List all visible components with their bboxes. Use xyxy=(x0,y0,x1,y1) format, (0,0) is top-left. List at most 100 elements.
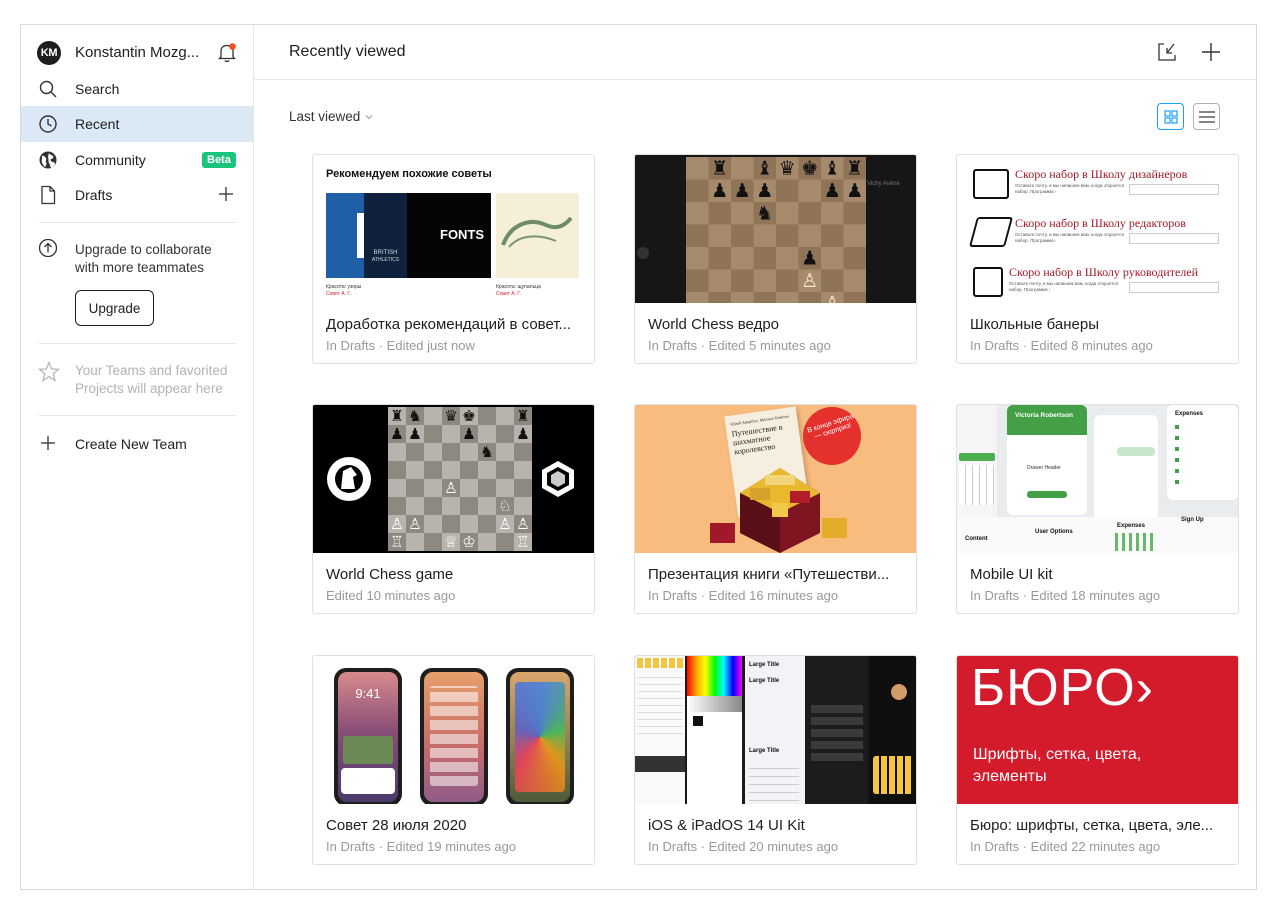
svg-text:♜: ♜ xyxy=(516,407,530,425)
upgrade-message: Upgrade to collaborate with more teammat… xyxy=(75,242,212,275)
thumb-sponsor: Vichy Avène xyxy=(867,181,900,187)
thumb-banner-note: Оставьте почту, и мы напишем вам, когда … xyxy=(1009,281,1119,292)
svg-text:♛: ♛ xyxy=(779,157,796,180)
svg-text:♞: ♞ xyxy=(408,407,422,425)
header: Recently viewed xyxy=(254,25,1256,80)
svg-text:♙: ♙ xyxy=(408,515,422,533)
thumb-banner-title: Скоро набор в Школу руководителей xyxy=(1009,265,1199,279)
file-thumbnail: Victoria Robertson Drawer Header Expense… xyxy=(957,405,1238,553)
file-title: Школьные банеры xyxy=(970,316,1099,333)
thumb-fonts-label: FONTS xyxy=(440,227,485,242)
sidebar-item-label: Search xyxy=(75,81,120,97)
import-icon[interactable] xyxy=(1155,40,1179,64)
grid-view-button[interactable] xyxy=(1157,103,1184,130)
page-title: Recently viewed xyxy=(289,43,406,60)
svg-text:♝: ♝ xyxy=(756,157,773,180)
thumb-caption: Красота: щупальца xyxy=(496,284,541,290)
thumb-banner-note: Оставьте почту, и мы напишем вам, когда … xyxy=(1015,183,1125,194)
thumb-heading: Рекомендуем похожие советы xyxy=(326,168,492,180)
file-meta: In Drafts · Edited 8 minutes ago xyxy=(970,338,1153,353)
svg-text:♙: ♙ xyxy=(498,515,512,533)
thumb-banner-title: Скоро набор в Школу редакторов xyxy=(1015,216,1186,230)
beta-badge: Beta xyxy=(202,152,236,168)
file-meta: In Drafts · Edited 5 minutes ago xyxy=(648,338,831,353)
sidebar-item-search[interactable]: Search xyxy=(21,71,253,107)
file-title: Доработка рекомендаций в совет... xyxy=(326,316,572,333)
svg-text:♔: ♔ xyxy=(462,533,476,551)
sidebar-item-recent[interactable]: Recent xyxy=(21,106,253,142)
upgrade-button[interactable]: Upgrade xyxy=(75,290,154,326)
search-icon xyxy=(39,80,57,98)
teams-hint: Your Teams and favorited Projects will a… xyxy=(75,363,228,396)
clock-icon xyxy=(39,115,57,133)
sidebar: KM Konstantin Mozg... Search Recent Comm… xyxy=(21,25,254,889)
file-meta: In Drafts · Edited 22 minutes ago xyxy=(970,839,1161,854)
main-content: Recently viewed Last viewed Рекомендуем … xyxy=(254,25,1256,889)
plus-icon[interactable] xyxy=(216,184,236,204)
file-card[interactable]: ♜ ♞ ♛ ♚ ♜ ♟ ♟ ♟ ♟ ♞ ♙ ♘ ♙ ♙ ♙ ♙ ♖ ♕ ♔ ♖ World Chess game Ed… xyxy=(312,404,595,614)
svg-text:♟: ♟ xyxy=(734,179,751,202)
globe-icon xyxy=(39,151,57,169)
bell-icon[interactable] xyxy=(217,42,237,64)
file-card[interactable]: Скоро набор в Школу дизайнеров Оставьте … xyxy=(956,154,1239,364)
file-card[interactable]: Large Title Large Title Large Title iOS … xyxy=(634,655,917,865)
star-icon xyxy=(38,361,60,382)
thumb-content-label: Content xyxy=(965,536,988,542)
svg-text:♟: ♟ xyxy=(824,179,841,202)
create-team-button[interactable]: Create New Team xyxy=(21,425,253,461)
file-title: Mobile UI kit xyxy=(970,566,1053,583)
file-thumbnail: Юрий Авербах, Михаил Бейлин Путешествие … xyxy=(635,405,916,553)
thumb-expenses-label: Expenses xyxy=(1175,411,1204,417)
svg-text:♙: ♙ xyxy=(801,269,818,292)
plus-icon[interactable] xyxy=(1199,40,1223,64)
svg-text:♟: ♟ xyxy=(462,425,476,443)
sort-dropdown[interactable]: Last viewed xyxy=(289,109,373,124)
sidebar-divider xyxy=(39,343,236,344)
svg-text:♕: ♕ xyxy=(444,533,458,551)
file-meta: In Drafts · Edited 16 minutes ago xyxy=(648,588,839,603)
file-card[interactable]: 9:41 Совет 28 июля 2020 In Drafts · Edit… xyxy=(312,655,595,865)
svg-text:♘: ♘ xyxy=(498,497,512,515)
thumb-buro-logo: БЮРО› xyxy=(971,659,1154,717)
file-thumbnail: Скоро набор в Школу дизайнеров Оставьте … xyxy=(957,155,1238,303)
file-meta: In Drafts · Edited just now xyxy=(326,338,475,353)
thumb-large-title: Large Title xyxy=(749,748,780,754)
svg-text:♟: ♟ xyxy=(756,179,773,202)
sidebar-divider xyxy=(39,222,236,223)
thumb-caption: Красота: узоры xyxy=(326,284,362,290)
file-title: iOS & iPadOS 14 UI Kit xyxy=(648,817,805,834)
svg-text:♙: ♙ xyxy=(390,515,404,533)
svg-text:♟: ♟ xyxy=(801,247,818,270)
plus-icon xyxy=(41,436,55,450)
file-card[interactable]: Юрий Авербах, Михаил Бейлин Путешествие … xyxy=(634,404,917,614)
thumb-large-title: Large Title xyxy=(749,662,780,668)
sidebar-item-community[interactable]: Community Beta xyxy=(21,142,253,178)
chevron-down-icon xyxy=(365,114,373,119)
svg-text:♞: ♞ xyxy=(756,202,773,225)
file-card[interactable]: ♜♝♛♚♝♜♟♟♟♟♟♞♟♙♙ Vichy Avène World Chess … xyxy=(634,154,917,364)
file-icon xyxy=(41,185,56,205)
file-title: Совет 28 июля 2020 xyxy=(326,817,467,834)
thumb-banner-title: Скоро набор в Школу дизайнеров xyxy=(1015,167,1188,181)
thumb-brand-line-2: ATHLETICS xyxy=(371,257,400,263)
file-thumbnail: Large Title Large Title Large Title xyxy=(635,656,916,804)
file-meta: In Drafts · Edited 19 minutes ago xyxy=(326,839,517,854)
account-switcher[interactable]: KM Konstantin Mozg... xyxy=(21,37,254,69)
file-card[interactable]: Victoria Robertson Drawer Header Expense… xyxy=(956,404,1239,614)
sidebar-item-label: Community xyxy=(75,152,146,168)
file-card[interactable]: Рекомендуем похожие советы BRITISH ATHLE… xyxy=(312,154,595,364)
sidebar-item-drafts[interactable]: Drafts xyxy=(21,177,253,213)
thumb-brand-line-1: BRITISH xyxy=(373,250,398,256)
svg-text:♟: ♟ xyxy=(408,425,422,443)
file-card[interactable]: БЮРО› Шрифты, сетка, цвета, элементы Бюр… xyxy=(956,655,1239,865)
thumb-buro-subtitle: Шрифты, сетка, цвета, элементы xyxy=(973,746,1142,785)
svg-text:♜: ♜ xyxy=(711,157,728,180)
list-view-button[interactable] xyxy=(1193,103,1220,130)
svg-text:♞: ♞ xyxy=(480,443,494,461)
chessboard-image: ♜♝♛♚♝♜♟♟♟♟♟♞♟♙♙ Vichy Avène xyxy=(635,155,916,303)
svg-text:♟: ♟ xyxy=(390,425,404,443)
svg-text:♟: ♟ xyxy=(711,179,728,202)
sort-label: Last viewed xyxy=(289,109,361,124)
file-meta: In Drafts · Edited 20 minutes ago xyxy=(648,839,839,854)
file-thumbnail: ♜♝♛♚♝♜♟♟♟♟♟♞♟♙♙ Vichy Avène xyxy=(635,155,916,303)
